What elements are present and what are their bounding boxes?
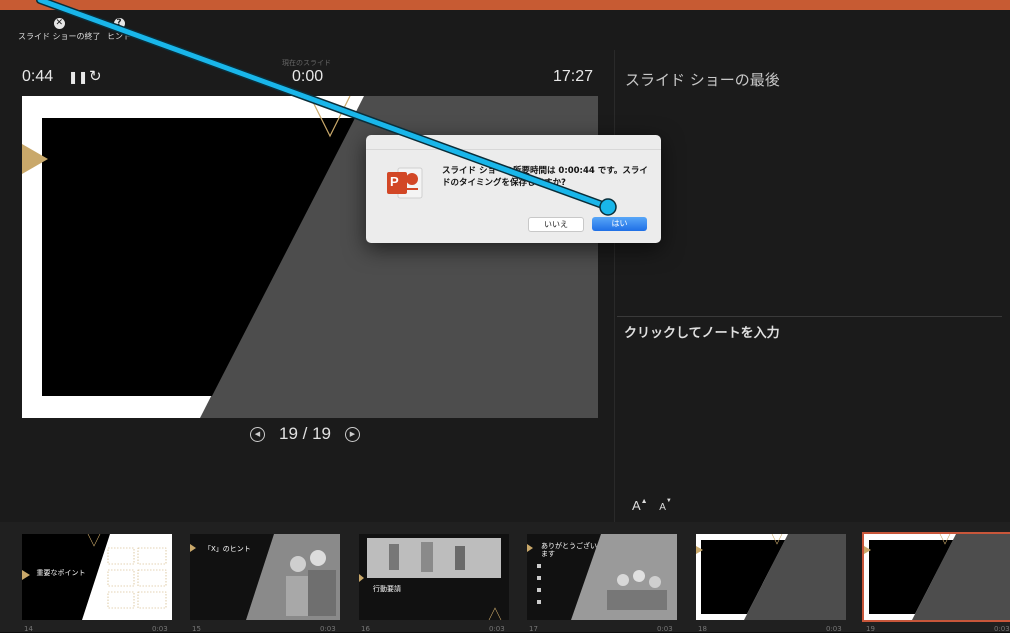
close-icon: ✕ — [53, 18, 65, 29]
clock: 17:27 — [553, 68, 594, 85]
elapsed-timer: 0:44 — [22, 68, 54, 85]
notes-divider — [617, 316, 1002, 317]
thumbnail-slide-19[interactable] — [862, 532, 1010, 622]
thumbnail-slide-17[interactable]: ありがとうございます — [527, 534, 677, 620]
dialog-message: スライド ショーの所要時間は 0:00:44 です。スライドのタイミングを保存し… — [442, 166, 648, 188]
decrease-font-button[interactable]: A▼ — [659, 498, 672, 513]
pause-icon[interactable]: ❚❚ — [68, 70, 88, 84]
thumbnail-title: 「X」のヒント — [204, 545, 251, 553]
thumbnail-slide-15[interactable]: 「X」のヒント — [190, 534, 340, 620]
help-icon: ? — [113, 18, 125, 29]
presenter-toolbar: ✕ スライド ショーの終了 ? ヒント — [0, 10, 1010, 50]
next-slide-button[interactable]: ▶ — [345, 426, 360, 442]
yes-button[interactable]: はい — [592, 217, 647, 231]
slide-navigation: ◀ 19 / 19 ▶ — [250, 424, 360, 444]
next-slide-title: スライド ショーの最後 — [625, 71, 780, 89]
slide-counter: 19 / 19 — [279, 424, 331, 443]
reset-timer-icon[interactable]: ↻ — [89, 67, 102, 85]
window-accent-bar — [0, 0, 1010, 10]
end-show-label: スライド ショーの終了 — [18, 32, 101, 41]
current-slide-timer: 0:00 — [292, 68, 324, 85]
hint-button[interactable]: ? ヒント — [107, 18, 131, 42]
panel-divider — [614, 50, 615, 522]
font-size-controls: A▲ A▼ — [632, 498, 672, 513]
hint-label: ヒント — [107, 32, 131, 41]
thumbnail-title: 重要なポイント — [36, 569, 86, 577]
thumbnail-slide-16[interactable]: 行動要請 — [359, 534, 509, 620]
powerpoint-app-icon: P — [384, 163, 424, 203]
current-slide-caption: 現在のスライド — [282, 59, 331, 67]
thumbnail-graphic — [696, 534, 846, 620]
notes-placeholder[interactable]: クリックしてノートを入力 — [624, 322, 780, 341]
slide-thumbnail-strip: 重要なポイント 14 0:03 「X」のヒント 15 0:03 行動要請 16 … — [0, 522, 1010, 633]
increase-font-button[interactable]: A▲ — [632, 498, 648, 513]
no-button[interactable]: いいえ — [528, 217, 584, 232]
dialog-titlebar — [366, 135, 661, 150]
thumbnail-graphic — [864, 534, 1010, 620]
thumbnail-slide-14[interactable]: 重要なポイント — [22, 534, 172, 620]
thumbnail-title: ありがとうございます — [541, 542, 597, 558]
app-icon-letter: P — [390, 174, 399, 189]
save-timings-dialog: P スライド ショーの所要時間は 0:00:44 です。スライドのタイミングを保… — [366, 135, 661, 243]
thumbnail-title: 行動要請 — [373, 585, 401, 593]
end-show-button[interactable]: ✕ スライド ショーの終了 — [18, 18, 101, 42]
previous-slide-button[interactable]: ◀ — [250, 426, 265, 442]
thumbnail-slide-18[interactable] — [696, 534, 846, 620]
thumbnail-graphic — [359, 534, 509, 620]
